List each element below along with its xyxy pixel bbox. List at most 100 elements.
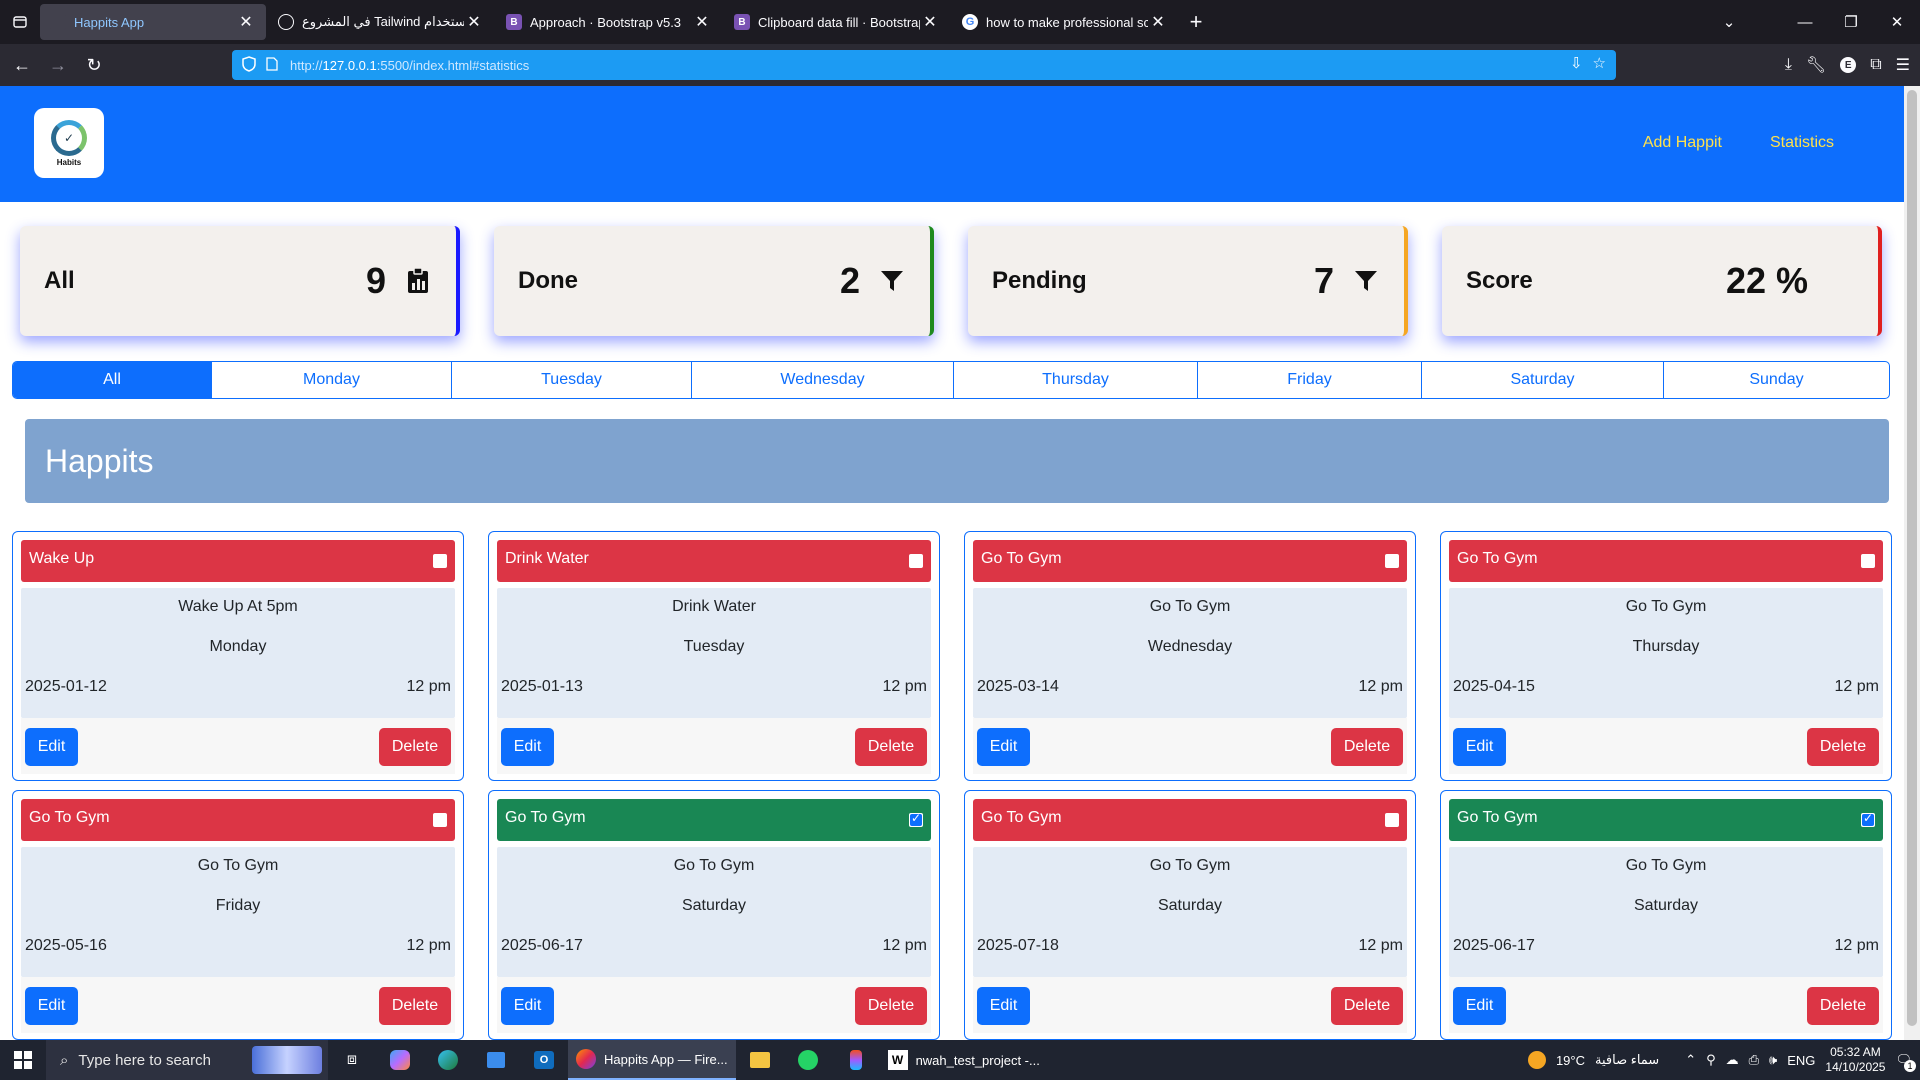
stat-card-pending: Pending 7	[968, 226, 1408, 336]
minimize-button[interactable]: —	[1782, 14, 1828, 31]
file-explorer-icon[interactable]	[736, 1040, 784, 1080]
edit-button[interactable]: Edit	[25, 987, 78, 1025]
day-tab-friday[interactable]: Friday	[1197, 362, 1421, 398]
delete-button[interactable]: Delete	[379, 987, 451, 1025]
url-bar[interactable]: http://127.0.0.1:5500/index.html#statist…	[232, 50, 1616, 80]
browser-tab[interactable]: Happits App ✕	[40, 4, 266, 40]
day-tab-thursday[interactable]: Thursday	[953, 362, 1197, 398]
habit-done-checkbox[interactable]	[433, 813, 447, 827]
edit-button[interactable]: Edit	[977, 728, 1030, 766]
wrench-icon[interactable]: 🔧︎	[1806, 55, 1826, 75]
browser-tab[interactable]: في المشروع Tailwind استخدام✕	[268, 4, 494, 40]
delete-button[interactable]: Delete	[1331, 987, 1403, 1025]
close-tab-icon[interactable]: ✕	[920, 12, 940, 32]
meet-icon[interactable]: ⚲	[1706, 1052, 1716, 1068]
taskbar-app[interactable]: Wnwah_test_project -...	[880, 1040, 1048, 1080]
extensions-icon[interactable]: ⧉	[1870, 56, 1881, 74]
bootstrap-icon: B	[506, 14, 522, 30]
delete-button[interactable]: Delete	[1807, 728, 1879, 766]
network-icon[interactable]: ⎙	[1749, 1052, 1759, 1068]
delete-button[interactable]: Delete	[1331, 728, 1403, 766]
firefox-icon	[576, 1049, 596, 1069]
add-happit-link[interactable]: Add Happit	[1643, 134, 1722, 152]
copilot-icon[interactable]	[376, 1040, 424, 1080]
habit-time: 12 pm	[882, 937, 927, 954]
app-logo[interactable]: ✓ Habits	[34, 108, 104, 178]
task-view-icon[interactable]: ⧈	[328, 1040, 376, 1080]
reload-button[interactable]: ↻	[76, 49, 112, 81]
windows-start-icon[interactable]	[0, 1040, 46, 1080]
habit-done-checkbox[interactable]	[1385, 554, 1399, 568]
day-tab-saturday[interactable]: Saturday	[1421, 362, 1663, 398]
language-indicator[interactable]: ENG	[1787, 1053, 1815, 1068]
day-tab-wednesday[interactable]: Wednesday	[691, 362, 953, 398]
restore-button[interactable]: ❐	[1828, 13, 1874, 31]
page-scrollbar[interactable]	[1904, 86, 1920, 1040]
close-tab-icon[interactable]: ✕	[692, 12, 712, 32]
habit-time: 12 pm	[882, 678, 927, 695]
notification-icon[interactable]: 🗨︎ 1	[1895, 1052, 1916, 1072]
edit-button[interactable]: Edit	[501, 987, 554, 1025]
tab-overflow-icon[interactable]: ⌄	[1706, 13, 1752, 31]
new-tab-button[interactable]: +	[1178, 4, 1214, 40]
url-host: 127.0.0.1	[322, 57, 377, 73]
stats-row: All 9 Done 2 Pending 7 Score 22 %	[20, 226, 1882, 336]
delete-button[interactable]: Delete	[855, 987, 927, 1025]
weather-icon[interactable]	[1527, 1051, 1546, 1069]
statistics-link[interactable]: Statistics	[1770, 134, 1834, 152]
close-tab-icon[interactable]: ✕	[464, 12, 484, 32]
habit-done-checkbox[interactable]	[909, 554, 923, 568]
scrollbar-thumb[interactable]	[1907, 90, 1917, 1026]
bookmark-star-icon[interactable]: ☆	[1593, 54, 1606, 72]
weather-temp[interactable]: 19°C	[1556, 1053, 1585, 1068]
browser-tab[interactable]: Ghow to make professional scree✕	[952, 4, 1178, 40]
delete-button[interactable]: Delete	[855, 728, 927, 766]
close-window-button[interactable]: ✕	[1874, 13, 1920, 31]
volume-icon[interactable]: 🕪︎	[1769, 1052, 1777, 1068]
edit-button[interactable]: Edit	[977, 987, 1030, 1025]
edit-button[interactable]: Edit	[25, 728, 78, 766]
clock[interactable]: 05:32 AM 14/10/2025	[1825, 1045, 1885, 1075]
habit-done-checkbox[interactable]	[1861, 554, 1875, 568]
habit-done-checkbox[interactable]	[909, 811, 923, 827]
taskbar-app[interactable]: Happits App — Fire...	[568, 1040, 736, 1080]
figma-icon[interactable]	[832, 1040, 880, 1080]
install-app-icon[interactable]: ⇩	[1570, 54, 1583, 72]
menu-icon[interactable]: ☰	[1896, 55, 1910, 75]
happits-banner: Happits	[25, 419, 1889, 503]
outlook-icon[interactable]: O	[520, 1040, 568, 1080]
delete-button[interactable]: Delete	[1807, 987, 1879, 1025]
day-tab-monday[interactable]: Monday	[211, 362, 451, 398]
habit-card-footer: Edit Delete	[1449, 718, 1883, 774]
chevron-up-icon[interactable]: ⌃	[1685, 1052, 1696, 1068]
browser-tab[interactable]: B Approach · Bootstrap v5.3 ✕	[496, 4, 722, 40]
account-icon[interactable]: E	[1840, 57, 1857, 73]
habit-card-header: Go To Gym	[973, 540, 1407, 582]
edit-button[interactable]: Edit	[501, 728, 554, 766]
edit-button[interactable]: Edit	[1453, 987, 1506, 1025]
page-icon[interactable]	[266, 56, 278, 74]
habit-done-checkbox[interactable]	[1861, 811, 1875, 827]
forward-button[interactable]: →	[40, 49, 76, 81]
whatsapp-icon[interactable]	[784, 1040, 832, 1080]
store-icon[interactable]	[472, 1040, 520, 1080]
weather-desc[interactable]: سماء صافية	[1595, 1052, 1659, 1068]
back-button[interactable]: ←	[4, 49, 40, 81]
habit-card-footer: Edit Delete	[21, 718, 455, 774]
close-tab-icon[interactable]: ✕	[236, 12, 256, 32]
onedrive-icon[interactable]: ☁	[1726, 1052, 1739, 1068]
shield-icon[interactable]	[242, 55, 256, 75]
edit-button[interactable]: Edit	[1453, 728, 1506, 766]
close-tab-icon[interactable]: ✕	[1148, 12, 1168, 32]
day-tab-tuesday[interactable]: Tuesday	[451, 362, 691, 398]
downloads-icon[interactable]: ⤓	[1785, 56, 1792, 74]
taskbar-search[interactable]: ⌕ Type here to search	[46, 1040, 328, 1080]
habit-done-checkbox[interactable]	[1385, 813, 1399, 827]
day-tab-all[interactable]: All	[13, 362, 211, 398]
edge-icon[interactable]	[424, 1040, 472, 1080]
day-tab-sunday[interactable]: Sunday	[1663, 362, 1889, 398]
tab-list-icon[interactable]	[0, 0, 40, 44]
habit-done-checkbox[interactable]	[433, 554, 447, 568]
delete-button[interactable]: Delete	[379, 728, 451, 766]
browser-tab[interactable]: B Clipboard data fill · Bootstrap Ic✕	[724, 4, 950, 40]
